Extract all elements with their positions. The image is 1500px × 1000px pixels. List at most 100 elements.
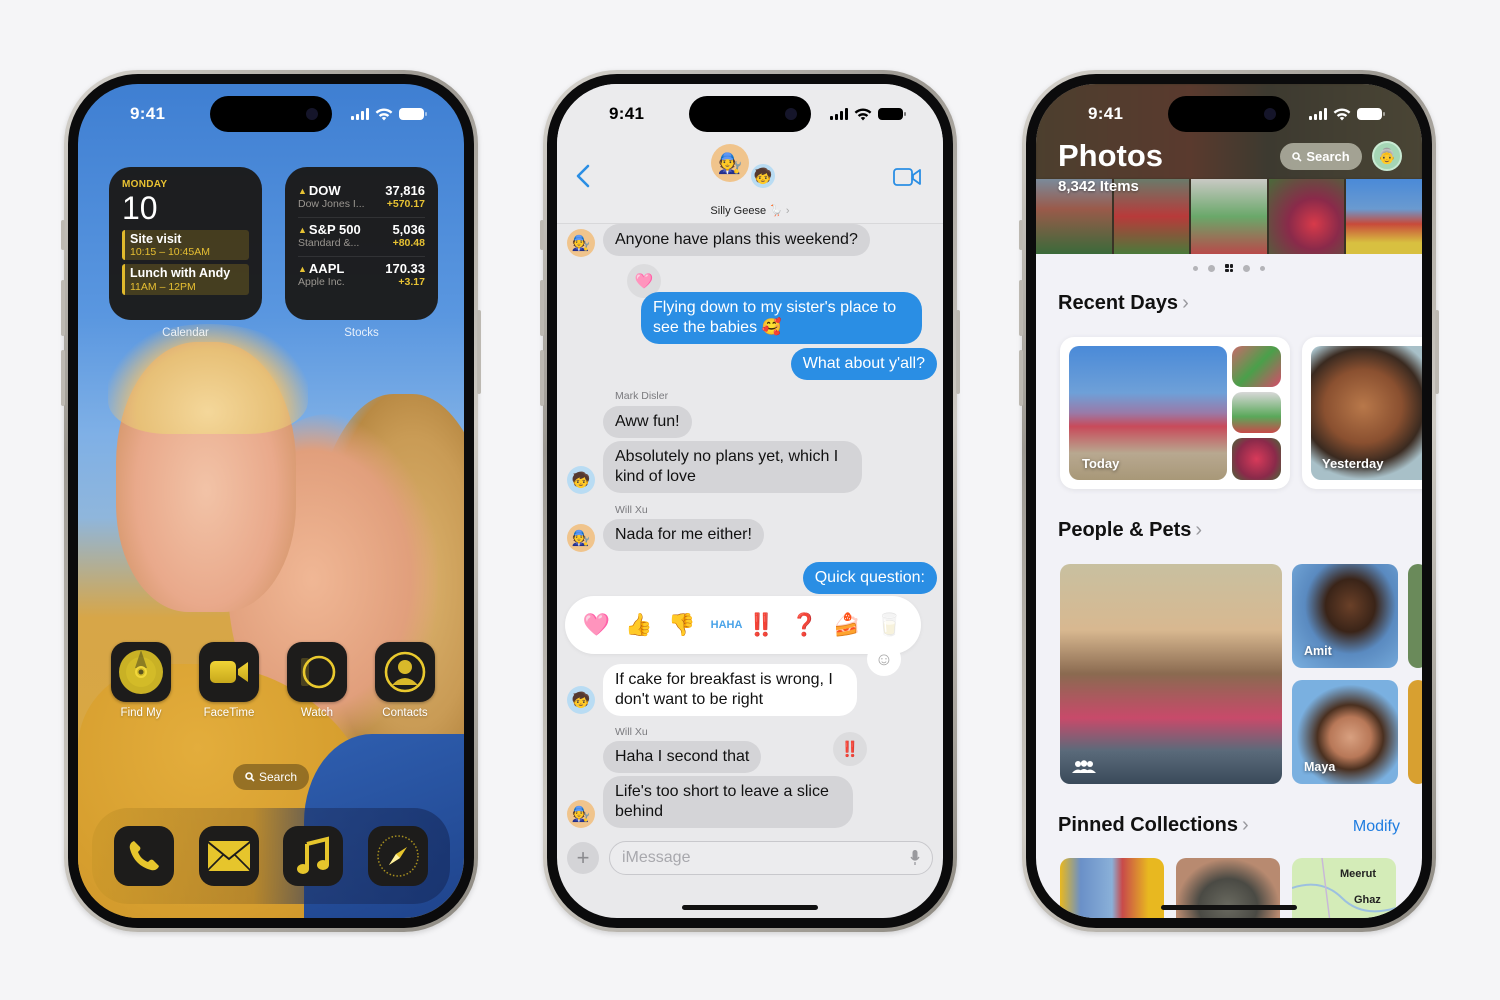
recent-day-card-yesterday[interactable]: Yesterday [1302,337,1422,489]
side-button [477,310,481,394]
app-find-my[interactable]: Find My [111,642,171,719]
message-bubble-incoming[interactable]: Anyone have plans this weekend? [603,224,870,256]
profile-avatar[interactable]: 👵 [1372,141,1402,171]
stock-price: 37,816 [385,183,425,198]
app-contacts[interactable]: Contacts [375,642,435,719]
message-bubble-selected[interactable]: If cake for breakfast is wrong, I don't … [603,664,857,716]
calendar-event[interactable]: Site visit 10:15 – 10:45AM [122,230,249,261]
section-pinned-collections[interactable]: Pinned Collections › [1058,814,1249,837]
chevron-right-icon: › [1182,292,1189,314]
group-name-button[interactable]: Silly Geese 🪿 › [557,204,943,217]
message-bubble-outgoing[interactable]: Quick question: [802,562,937,594]
stock-row[interactable]: S&P 500Standard &... 5,036+80.48 [298,218,425,257]
tapback-option-exclamation[interactable]: ‼️ [748,612,775,638]
stock-price: 170.33 [385,261,425,276]
tapback-option-heart[interactable]: 🩷 [583,612,610,638]
app-watch[interactable]: Watch [287,642,347,719]
battery-icon [1357,108,1385,120]
section-people-pets[interactable]: People & Pets › [1058,519,1202,542]
stocks-widget[interactable]: DOWDow Jones I... 37,816+570.17 S&P 500S… [285,167,438,320]
battery-icon [399,108,427,120]
message-bubble-incoming[interactable]: Haha I second that [603,741,762,773]
calendar-widget[interactable]: MONDAY 10 Site visit 10:15 – 10:45AM Lun… [109,167,262,320]
recent-day-card-today[interactable]: Today [1060,337,1290,489]
safari-icon [377,835,419,877]
stocks-widget-label: Stocks [344,327,379,339]
message-bubble-incoming[interactable]: Absolutely no plans yet, which I kind of… [603,441,862,493]
status-time: 9:41 [609,104,645,123]
person-tile-maya[interactable]: Maya [1292,680,1398,784]
group-avatar-will[interactable]: 🧑‍🔧 [711,144,749,182]
tapback-option-question[interactable]: ❓ [791,612,818,638]
dock-app-music[interactable] [283,826,344,886]
map-label: Ghaz [1354,894,1381,906]
photo-thumbnail[interactable] [1191,179,1267,254]
dynamic-island [689,96,811,132]
pinned-collection-map-tile[interactable]: Meerut Ghaz [1292,858,1396,918]
video-call-icon[interactable] [893,168,921,186]
people-group-tile[interactable] [1060,564,1282,784]
pinned-collection-tile[interactable] [1060,858,1164,918]
cellular-signal-icon [830,108,848,120]
photos-search-button[interactable]: Search [1280,143,1362,170]
modify-button[interactable]: Modify [1353,818,1400,836]
photo-thumbnail [1232,438,1281,480]
photos-screen: 9:41 Photos 8,342 Items Search 👵 Recent … [1036,84,1422,918]
dock-app-safari[interactable] [367,826,428,886]
stock-row[interactable]: AAPLApple Inc. 170.33+3.17 [298,257,425,295]
avatar-will: 🧑‍🔧 [567,229,595,257]
tapback-option-haha[interactable]: HAHA [711,620,743,631]
photos-item-count: 8,342 Items [1058,178,1139,195]
message-bubble-incoming[interactable]: Aww fun! [603,406,692,438]
person-tile-amit[interactable]: Amit [1292,564,1398,668]
calendar-date: 10 [122,190,158,226]
tapback-option-thumbs-up[interactable]: 👍 [625,612,652,638]
home-search-button[interactable]: Search [233,764,309,790]
calendar-event[interactable]: Lunch with Andy 11AM – 12PM [122,264,249,295]
tapback-option-thumbs-down[interactable]: 👎 [668,612,695,638]
home-indicator[interactable] [682,905,818,910]
stock-change: +80.48 [392,237,425,249]
search-icon [1292,151,1302,162]
app-facetime[interactable]: FaceTime [199,642,259,719]
chevron-right-icon: › [1195,519,1203,541]
add-attachment-button[interactable]: + [567,842,599,874]
message-bubble-incoming[interactable]: Nada for me either! [603,519,764,551]
stock-row[interactable]: DOWDow Jones I... 37,816+570.17 [298,179,425,218]
message-bubble-outgoing[interactable]: Flying down to my sister's place to see … [641,292,922,344]
section-title: Pinned Collections [1058,814,1239,836]
photo-thumbnail[interactable] [1268,179,1345,254]
search-icon [245,772,255,782]
people-group-icon [1072,760,1096,773]
wifi-icon [1333,108,1351,120]
dynamic-island [1168,96,1290,132]
find-my-icon [119,650,163,694]
dock-app-mail[interactable] [198,826,259,886]
group-emoji: 🪿 [769,205,783,217]
wifi-icon [375,108,393,120]
person-tile-partial[interactable] [1408,680,1422,784]
iphone-photos: 9:41 Photos 8,342 Items Search 👵 Recent … [1019,70,1439,932]
group-avatar-mark[interactable]: 🧒 [749,162,777,190]
message-bubble-outgoing[interactable]: What about y'all? [790,348,937,380]
tapback-exclamation[interactable]: ‼️ [833,732,867,766]
event-title: Site visit [130,232,182,246]
dock-app-phone[interactable] [114,826,175,886]
back-chevron-icon[interactable] [575,164,591,188]
add-emoji-reaction-button[interactable]: ☺ [867,642,901,676]
person-tile-partial[interactable] [1408,564,1422,668]
page-indicator[interactable] [1036,264,1422,272]
tapback-picker: 🩷 👍 👎 HAHA ‼️ ❓ 🍰 🥛 [565,596,921,654]
photo-thumbnail[interactable] [1346,179,1422,254]
phone-icon [129,841,160,871]
tapback-option-more[interactable]: 🥛 [876,612,903,638]
home-indicator[interactable] [1161,905,1297,910]
section-recent-days[interactable]: Recent Days › [1058,292,1189,315]
message-bubble-incoming[interactable]: Life's too short to leave a slice behind [603,776,853,828]
wifi-icon [854,108,872,120]
tapback-option-cake[interactable]: 🍰 [833,612,860,638]
message-input[interactable]: iMessage [609,841,933,875]
event-title: Lunch with Andy [130,266,231,281]
chevron-right-icon: › [1242,814,1249,836]
microphone-icon[interactable] [910,850,920,866]
